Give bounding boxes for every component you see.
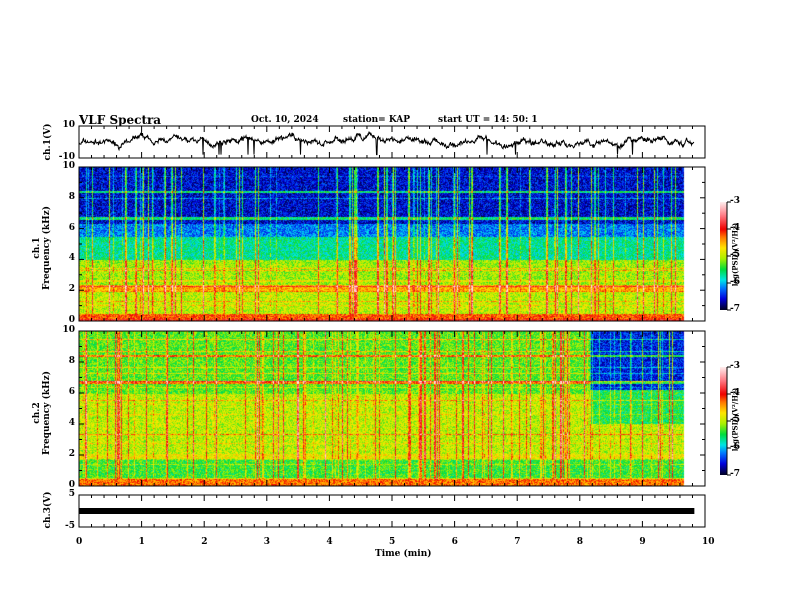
- colorbar-tick-label: -4: [730, 223, 740, 233]
- colorbar-tick-label: -7: [730, 469, 740, 479]
- y-tick-label: 10: [62, 161, 75, 171]
- y-tick-label: 8: [68, 191, 75, 202]
- x-tick-label: 8: [576, 537, 584, 547]
- y-tick-label: 6: [68, 387, 75, 397]
- x-tick-label: 2: [201, 537, 208, 547]
- colorbar-tick-label: -5: [730, 415, 740, 425]
- ch1-waveform: [78, 131, 695, 156]
- axes-layer: [78, 125, 731, 528]
- y-tick-label: 4: [68, 418, 75, 428]
- ch1-label: ch.1: [32, 237, 42, 259]
- x-tick-label: 5: [389, 537, 396, 547]
- frequency-label: Frequency (kHz): [42, 371, 52, 456]
- ch2-freq-ylabel: ch.2 Frequency (kHz): [32, 363, 52, 463]
- x-tick-label: 6: [451, 537, 458, 547]
- colorbar-tick-label: -3: [730, 361, 740, 371]
- ch1-voltage-ylabel: ch.1(V): [43, 123, 53, 161]
- x-tick-label: 1: [138, 537, 145, 547]
- ch3-waveform: [79, 508, 695, 514]
- y-tick-label: -5: [65, 521, 75, 531]
- colorbar-tick-label: -6: [730, 442, 740, 452]
- y-tick-label: 8: [68, 356, 75, 366]
- y-tick-label: 2: [68, 449, 75, 459]
- x-tick-label: 10: [702, 537, 715, 547]
- x-tick-label: 7: [514, 537, 521, 547]
- y-tick-label: 10: [62, 120, 75, 130]
- colorbar-tick-label: -3: [730, 196, 740, 206]
- colorbar-tick-label: -6: [730, 277, 740, 287]
- x-axis-label: Time (min): [375, 549, 432, 559]
- colorbar-tick-label: -4: [730, 388, 740, 398]
- ch2-label: ch.2: [32, 402, 42, 424]
- panel-frame: [78, 166, 706, 322]
- y-tick-label: 2: [68, 284, 75, 295]
- y-tick-label: 10: [62, 325, 75, 335]
- panel-frame: [78, 330, 706, 487]
- y-tick-label: 6: [68, 222, 75, 233]
- vlf-spectra-figure: VLF Spectra Oct. 10, 2024 station= KAP s…: [0, 0, 792, 612]
- x-tick-label: 0: [76, 537, 83, 547]
- frequency-label: Frequency (kHz): [42, 206, 52, 291]
- x-tick-label: 3: [263, 537, 271, 547]
- colorbar-tick-label: -7: [730, 304, 740, 314]
- x-tick-label: 9: [639, 537, 646, 547]
- y-tick-label: 5: [68, 489, 75, 499]
- ch3-voltage-ylabel: ch.3(V): [43, 491, 53, 529]
- y-tick-label: 0: [68, 315, 75, 325]
- ch1-freq-ylabel: ch.1 Frequency (kHz): [32, 198, 52, 298]
- y-tick-label: 4: [68, 253, 75, 264]
- colorbar-tick-label: -5: [730, 250, 740, 260]
- x-tick-label: 4: [326, 537, 333, 547]
